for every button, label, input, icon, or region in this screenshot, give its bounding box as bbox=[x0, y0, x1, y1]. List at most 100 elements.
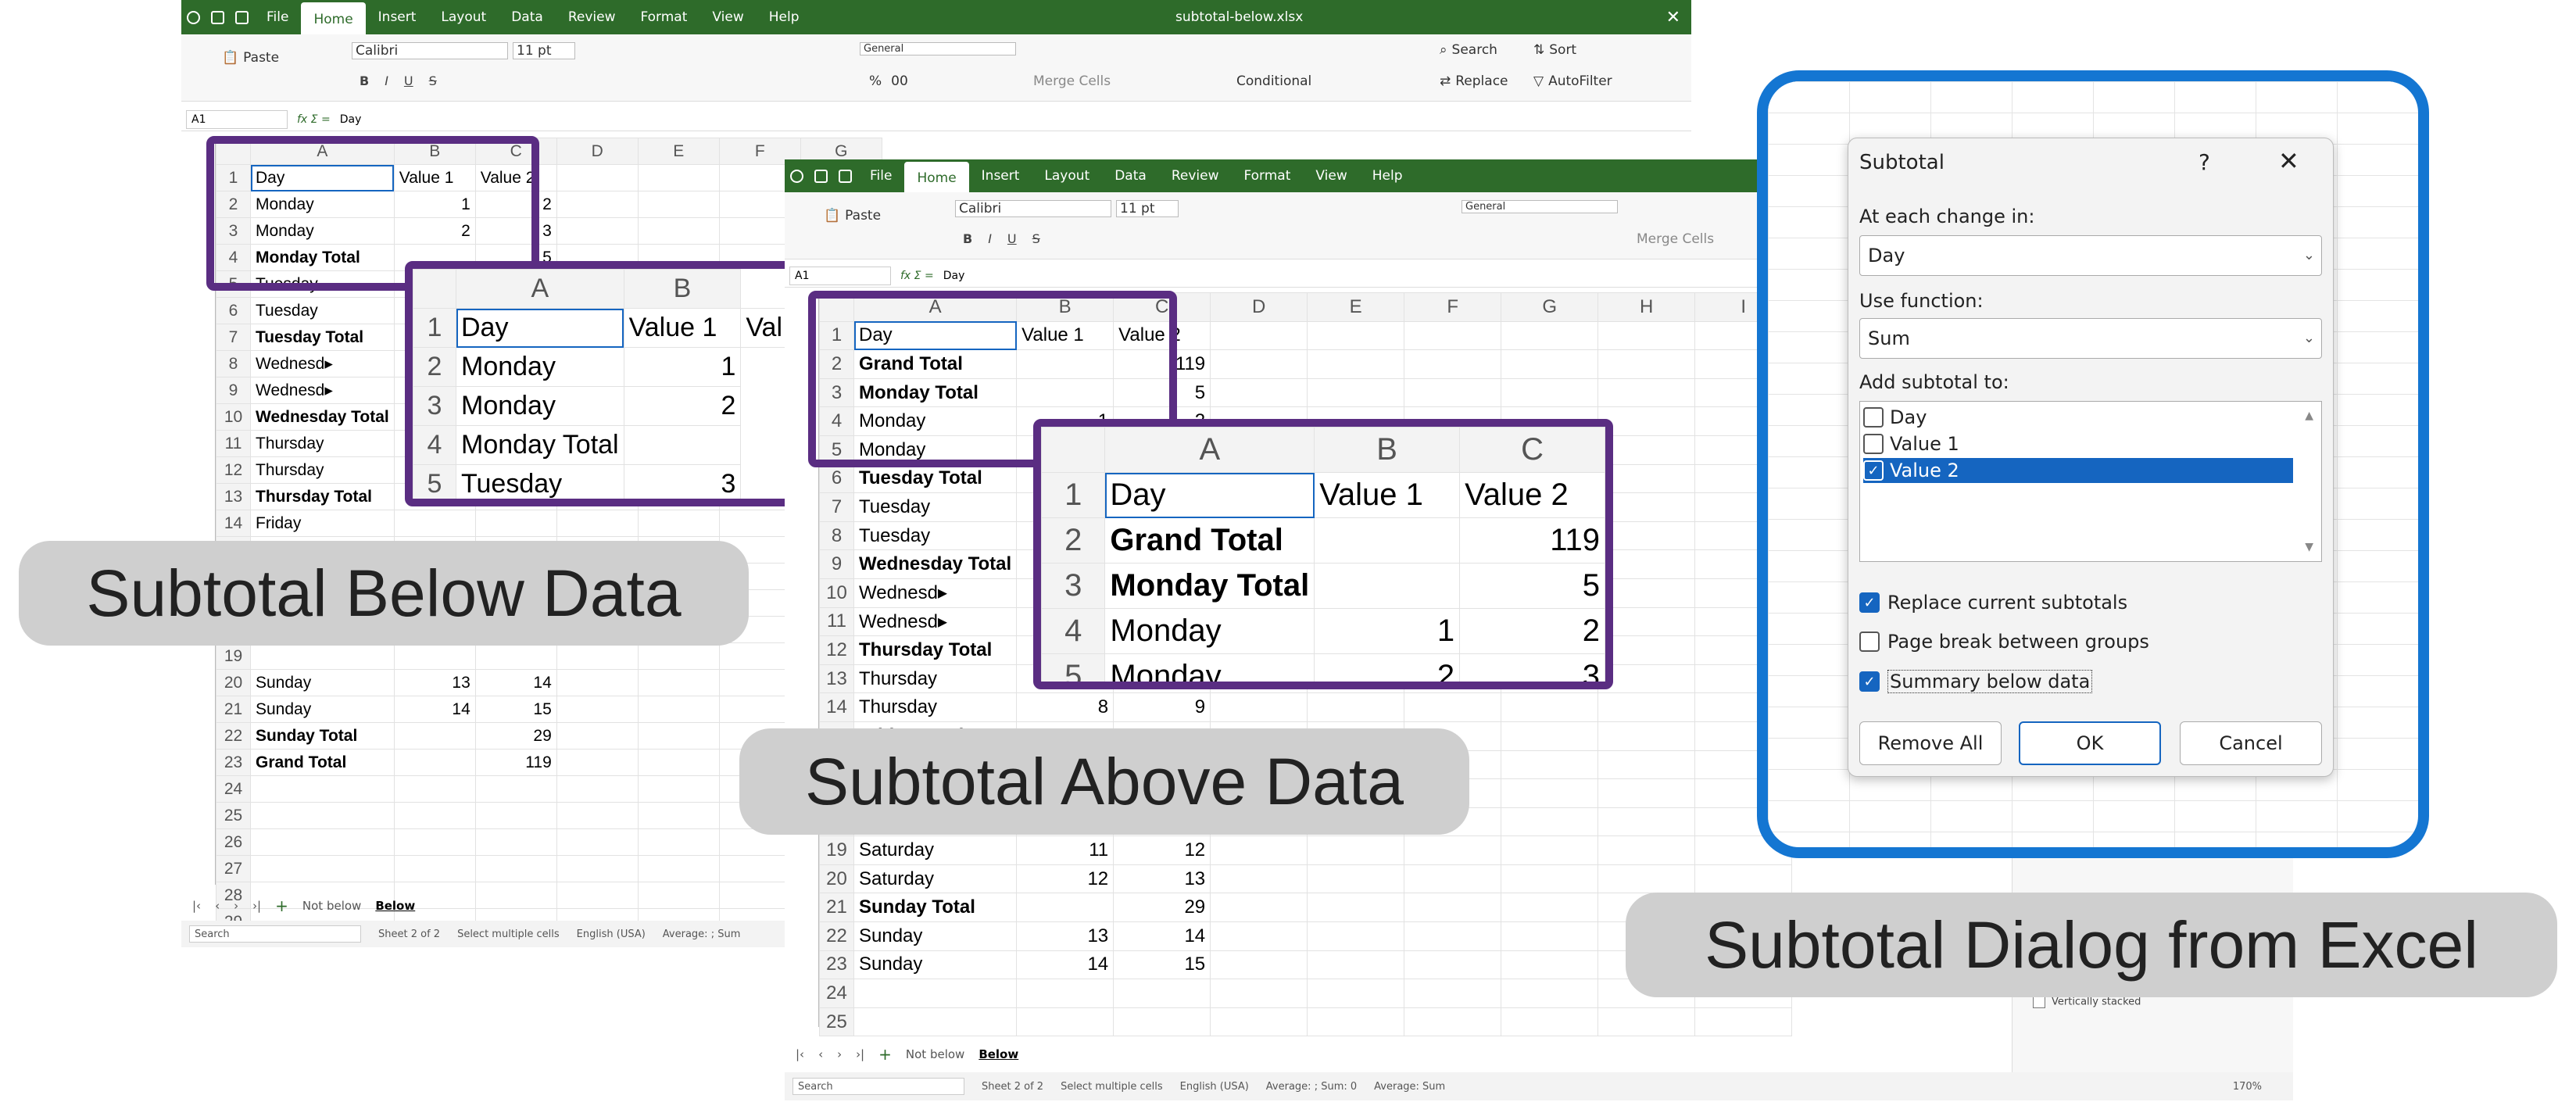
cell[interactable] bbox=[250, 775, 395, 803]
cell[interactable] bbox=[474, 802, 557, 829]
add-sheet-icon-2[interactable]: + bbox=[878, 1045, 892, 1064]
cancel-button[interactable]: Cancel bbox=[2180, 721, 2322, 765]
status-lang[interactable]: English (USA) bbox=[577, 928, 646, 940]
cell[interactable] bbox=[1016, 979, 1114, 1008]
cell[interactable]: Tuesday bbox=[853, 492, 1018, 522]
cell[interactable]: 3 bbox=[623, 464, 742, 499]
cell[interactable]: Thursday bbox=[250, 430, 395, 457]
row-header[interactable]: 10 bbox=[819, 578, 854, 608]
row-header[interactable]: 6 bbox=[216, 297, 251, 324]
cell[interactable] bbox=[556, 828, 639, 856]
cell[interactable] bbox=[637, 722, 720, 750]
cell[interactable] bbox=[1597, 750, 1696, 780]
cell[interactable]: 12 bbox=[1113, 835, 1211, 865]
cell[interactable]: Wednesday Total bbox=[853, 549, 1018, 579]
cell[interactable]: 14 bbox=[393, 696, 476, 723]
cell[interactable] bbox=[1597, 320, 1696, 351]
column-header[interactable]: H bbox=[1597, 292, 1696, 322]
row-header[interactable]: 26 bbox=[216, 828, 251, 856]
cell[interactable]: Value 1 bbox=[623, 308, 742, 348]
cell[interactable]: 2 bbox=[1314, 653, 1461, 682]
percent-button[interactable]: % bbox=[869, 73, 882, 89]
cell[interactable] bbox=[393, 802, 476, 829]
cell[interactable] bbox=[1404, 1007, 1502, 1037]
formula-input-2[interactable]: Day bbox=[943, 270, 965, 282]
cell[interactable]: 9 bbox=[1113, 692, 1211, 722]
value2-checkbox[interactable]: ✓ bbox=[1863, 460, 1884, 481]
cell[interactable]: 13 bbox=[1113, 864, 1211, 894]
cell[interactable] bbox=[393, 855, 476, 882]
paste-group[interactable]: 📋 Paste bbox=[222, 50, 279, 66]
next-sheet-icon[interactable]: › bbox=[234, 899, 238, 913]
cell[interactable]: Friday bbox=[250, 510, 395, 537]
cell[interactable] bbox=[637, 669, 720, 696]
column-header[interactable]: D bbox=[1210, 292, 1308, 322]
column-header[interactable]: B bbox=[1314, 427, 1461, 473]
last-sheet-icon-2[interactable]: ›| bbox=[856, 1047, 864, 1061]
cell[interactable] bbox=[1501, 979, 1599, 1008]
ok-button[interactable]: OK bbox=[2019, 721, 2161, 765]
row-header[interactable]: 8 bbox=[216, 350, 251, 377]
cell[interactable]: 15 bbox=[474, 696, 557, 723]
cell[interactable]: Tuesday Total bbox=[250, 324, 395, 351]
cell[interactable] bbox=[637, 775, 720, 803]
cell[interactable]: Saturday bbox=[853, 835, 1018, 865]
row-header[interactable]: 22 bbox=[216, 722, 251, 750]
cell[interactable] bbox=[1307, 921, 1405, 951]
bold-button-2[interactable]: B bbox=[963, 231, 972, 246]
cell[interactable] bbox=[637, 802, 720, 829]
cell[interactable]: 119 bbox=[1459, 517, 1605, 564]
cell[interactable]: Thursday bbox=[853, 692, 1018, 722]
row-header[interactable]: 24 bbox=[819, 979, 854, 1008]
cell[interactable] bbox=[250, 802, 395, 829]
bold-button[interactable]: B bbox=[360, 73, 369, 88]
cell[interactable]: Monday bbox=[1104, 653, 1315, 682]
cell[interactable] bbox=[1404, 377, 1502, 408]
row-header[interactable]: 20 bbox=[216, 669, 251, 696]
tab-not-below[interactable]: Not below bbox=[302, 899, 361, 913]
font-select[interactable]: Calibri bbox=[352, 42, 508, 59]
pagebreak-option[interactable]: Page break between groups bbox=[1859, 631, 2149, 653]
status-search[interactable]: Search bbox=[189, 925, 361, 943]
corner-cell[interactable] bbox=[1041, 427, 1106, 473]
cell[interactable]: 3 bbox=[1459, 653, 1605, 682]
row-header[interactable]: 13 bbox=[819, 664, 854, 694]
column-header[interactable]: D bbox=[556, 138, 639, 165]
tab-not-below-2[interactable]: Not below bbox=[906, 1047, 964, 1061]
stacked-option[interactable]: Vertically stacked bbox=[2033, 996, 2141, 1008]
cell[interactable]: 13 bbox=[393, 669, 476, 696]
add-sheet-icon[interactable]: + bbox=[275, 896, 288, 915]
column-header[interactable]: G bbox=[1501, 292, 1599, 322]
strike-button-2[interactable]: S bbox=[1032, 231, 1040, 246]
cell[interactable]: Thursday Total bbox=[250, 483, 395, 510]
cell[interactable] bbox=[637, 749, 720, 776]
cell[interactable] bbox=[1404, 979, 1502, 1008]
cell[interactable] bbox=[1501, 864, 1599, 894]
name-box-2[interactable]: A1 bbox=[789, 266, 891, 285]
cell[interactable]: Wednesd▸ bbox=[853, 578, 1018, 608]
cell[interactable] bbox=[556, 510, 639, 537]
cell[interactable] bbox=[1210, 950, 1308, 980]
row-header[interactable]: 11 bbox=[819, 606, 854, 637]
cell[interactable] bbox=[1210, 1007, 1308, 1037]
cell[interactable]: 1 bbox=[1314, 608, 1461, 654]
cell[interactable] bbox=[1597, 1007, 1696, 1037]
replace-option[interactable]: ✓ Replace current subtotals bbox=[1859, 592, 2127, 614]
cell[interactable] bbox=[1404, 950, 1502, 980]
cell[interactable]: 2 bbox=[1459, 608, 1605, 654]
cell[interactable] bbox=[1210, 835, 1308, 865]
size-select[interactable]: 11 pt bbox=[513, 42, 575, 59]
cell[interactable] bbox=[1501, 377, 1599, 408]
cell[interactable]: Sunday bbox=[250, 696, 395, 723]
row-header[interactable]: 27 bbox=[216, 855, 251, 882]
cell[interactable] bbox=[556, 775, 639, 803]
row-header[interactable]: 23 bbox=[819, 950, 854, 980]
cell[interactable] bbox=[637, 696, 720, 723]
summary-option[interactable]: ✓ Summary below data bbox=[1859, 670, 2093, 693]
cell[interactable] bbox=[637, 642, 720, 670]
column-header[interactable]: E bbox=[1307, 292, 1405, 322]
cell[interactable] bbox=[1307, 950, 1405, 980]
cell[interactable] bbox=[1404, 893, 1502, 923]
next-sheet-icon-2[interactable]: › bbox=[837, 1047, 842, 1061]
row-header[interactable]: 7 bbox=[819, 492, 854, 522]
